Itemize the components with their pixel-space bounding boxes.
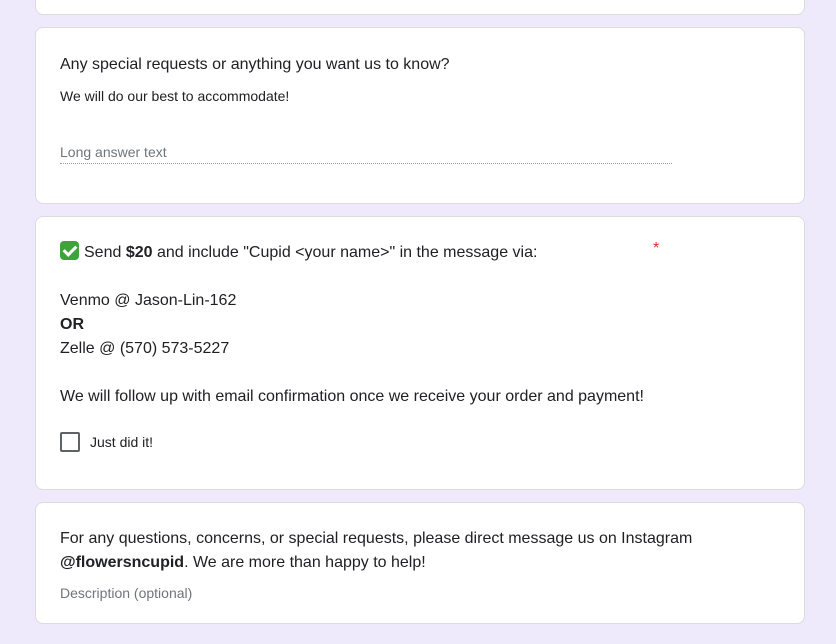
or-text: OR (60, 316, 84, 333)
include-text: and include "Cupid <your name>" in the m… (152, 244, 538, 261)
or-label: OR (60, 313, 644, 337)
question-title: Any special requests or anything you wan… (60, 56, 450, 73)
contact-card: For any questions, concerns, or special … (35, 502, 805, 624)
description-optional-label: Description (optional) (60, 585, 193, 601)
contact-text-post: . We are more than happy to help! (184, 554, 426, 571)
contact-text-pre: For any questions, concerns, or special … (60, 530, 693, 547)
just-did-it-option[interactable]: Just did it! (60, 432, 153, 452)
contact-description: For any questions, concerns, or special … (60, 527, 750, 575)
previous-question-card (35, 0, 805, 15)
followup-text: We will follow up with email confirmatio… (60, 388, 644, 405)
payment-question-card: Send $20 and include "Cupid <your name>"… (35, 216, 805, 490)
special-requests-card: Any special requests or anything you wan… (35, 27, 805, 204)
send-text: Send (84, 244, 126, 261)
instagram-handle: @flowersncupid (60, 554, 185, 571)
payment-amount: $20 (125, 244, 153, 261)
payment-instructions: Send $20 and include "Cupid <your name>"… (60, 241, 644, 409)
question-description: We will do our best to accommodate! (60, 88, 290, 104)
required-asterisk: * (653, 240, 660, 257)
long-answer-input[interactable] (60, 140, 672, 164)
check-mark-button-icon (60, 241, 79, 260)
venmo-line: Venmo @ Jason-Lin-162 (60, 292, 237, 309)
zelle-line: Zelle @ (570) 573-5227 (60, 340, 230, 357)
checkbox-label[interactable]: Just did it! (90, 434, 153, 450)
just-did-it-checkbox[interactable] (60, 432, 80, 452)
payment-line: Send $20 and include "Cupid <your name>"… (60, 241, 644, 265)
